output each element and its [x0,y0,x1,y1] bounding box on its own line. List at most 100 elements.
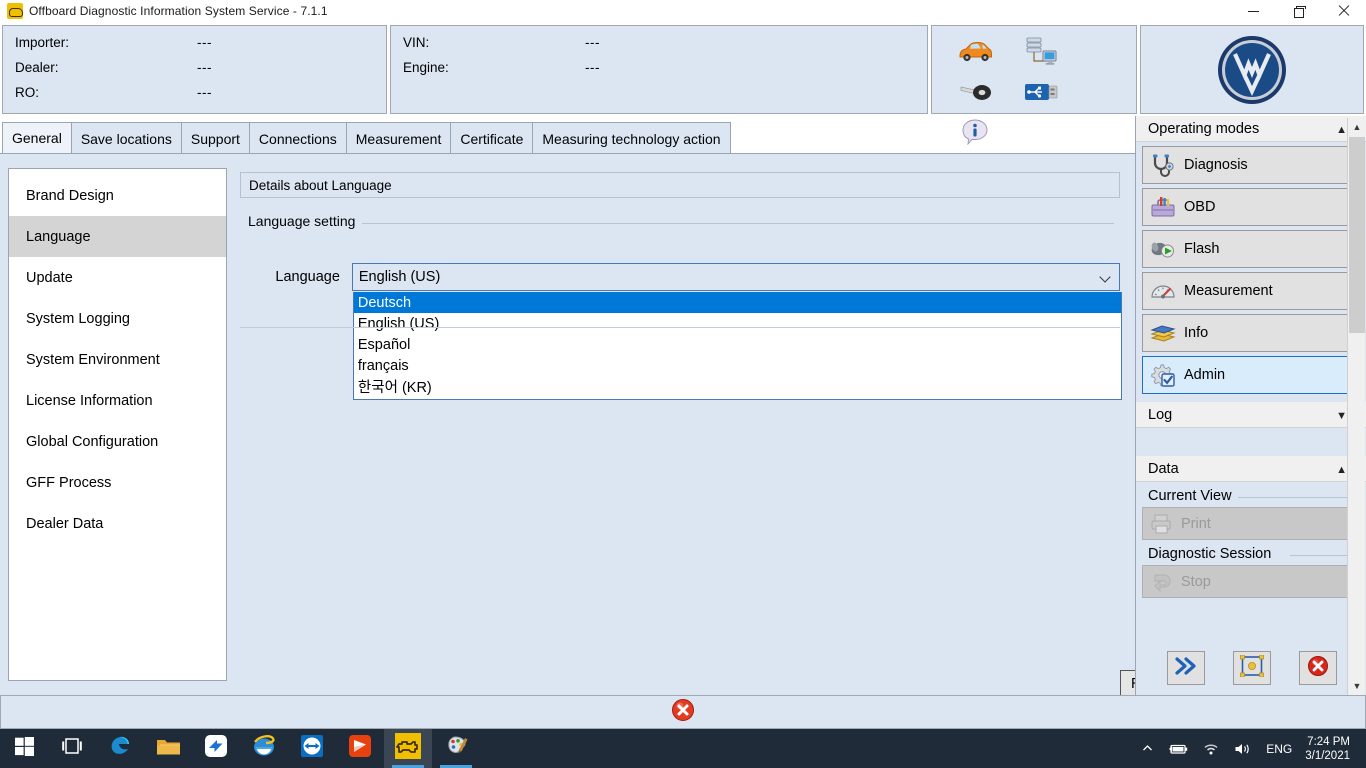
language-field-row: Language English (US) Deutsch English (U… [240,263,1120,291]
minimize-button[interactable] [1231,0,1276,22]
window-titlebar: Offboard Diagnostic Information System S… [0,0,1366,22]
group-label-text: Language setting [248,213,355,229]
windows-logo [15,737,34,761]
wifi-icon[interactable] [1196,729,1227,768]
tab-certificate[interactable]: Certificate [450,122,533,154]
detail-panel-title: Details about Language [240,172,1120,198]
taskbar-internet-explorer[interactable] [240,729,288,768]
language-setting-group-label: Language setting [240,213,1120,229]
taskbar-media[interactable] [336,729,384,768]
sidebar-item-global-configuration[interactable]: Global Configuration [9,421,226,462]
key-icon[interactable] [942,72,1008,112]
current-view-label-text: Current View [1148,488,1232,504]
tab-connections[interactable]: Connections [249,122,347,154]
tab-measurement[interactable]: Measurement [346,122,452,154]
language-indicator[interactable]: ENG [1259,729,1299,768]
sidebar-item-brand-design[interactable]: Brand Design [9,175,226,216]
resize-widget-button[interactable] [1233,651,1271,685]
sidebar-item-dealer-data[interactable]: Dealer Data [9,503,226,544]
clock[interactable]: 7:24 PM 3/1/2021 [1299,729,1362,768]
printer-icon [1151,514,1173,534]
group-divider [362,223,1114,224]
mode-button-info[interactable]: Info [1142,314,1360,352]
mode-button-flash[interactable]: Flash [1142,230,1360,268]
vin-label: VIN: [403,35,585,50]
next-arrows-button[interactable] [1167,651,1205,685]
mode-label-admin: Admin [1184,367,1225,383]
log-section-header[interactable]: Log ▼︷ [1136,402,1366,428]
usb-icon[interactable] [1008,72,1074,112]
maximize-button[interactable] [1276,0,1321,22]
tab-general[interactable]: General [2,122,72,154]
tab-support[interactable]: Support [181,122,250,154]
error-icon[interactable] [671,698,695,727]
cancel-button[interactable] [1299,651,1337,685]
sidebar-item-gff-process[interactable]: GFF Process [9,462,226,503]
taskbar-edge[interactable] [96,729,144,768]
log-section-body [1136,428,1366,456]
mode-label-obd: OBD [1184,199,1215,215]
dropdown-option-english-us[interactable]: English (US) [354,313,1121,334]
show-hidden-icons-button[interactable] [1135,729,1160,768]
tab-save-locations[interactable]: Save locations [71,122,182,154]
tab-measuring-technology-action[interactable]: Measuring technology action [532,122,730,154]
speaker-icon[interactable] [1227,729,1259,768]
ro-label: RO: [15,85,197,100]
main-content-area: Brand Design Language Update System Logg… [0,153,1135,695]
volkswagen-logo [1217,35,1287,105]
chevron-down-icon[interactable] [1101,273,1110,282]
stop-button: Stop [1142,565,1360,598]
panel-tool-buttons [1136,647,1366,689]
operating-modes-title: Operating modes [1148,121,1259,137]
language-dropdown-list: Deutsch English (US) Español français 한국… [353,292,1122,400]
right-panel-scrollbar[interactable]: ▲ ▼ [1347,118,1365,695]
ro-value: --- [197,85,212,100]
dropdown-option-deutsch[interactable]: Deutsch [354,292,1121,313]
windows-taskbar: ENG 7:24 PM 3/1/2021 [0,729,1366,768]
maximize-icon [1294,6,1304,16]
taskbar-store[interactable] [192,729,240,768]
sidebar-item-system-logging[interactable]: System Logging [9,298,226,339]
window-controls [1231,0,1366,22]
task-view-button[interactable] [48,729,96,768]
mode-button-diagnosis[interactable]: Diagnosis [1142,146,1360,184]
log-section-title: Log [1148,407,1172,423]
dropdown-option-francais[interactable]: français [354,355,1121,376]
mode-button-obd[interactable]: OBD [1142,188,1360,226]
sidebar-item-system-environment[interactable]: System Environment [9,339,226,380]
header-icon-toolbar [931,25,1137,114]
start-button[interactable] [0,729,48,768]
scrollbar-thumb[interactable] [1349,137,1365,333]
brand-logo-box [1140,25,1364,114]
mode-label-info: Info [1184,325,1208,341]
car-icon[interactable] [942,32,1008,72]
server-network-icon[interactable] [1008,32,1074,72]
taskbar-paint[interactable] [432,729,480,768]
sidebar-item-license-information[interactable]: License Information [9,380,226,421]
chevron-down-icon[interactable]: ▼ [1348,677,1366,695]
language-select-value: English (US) [359,269,440,285]
next-arrows-icon [1175,657,1197,680]
taskbar-odis[interactable] [384,729,432,768]
taskbar-teamviewer[interactable] [288,729,336,768]
mode-button-admin[interactable]: Admin [1142,356,1360,394]
books-icon [1150,321,1176,345]
dropdown-option-korean[interactable]: 한국어 (KR) [354,376,1121,397]
engine-icon [7,3,23,19]
language-select[interactable]: English (US) Deutsch English (US) Españo… [352,263,1120,291]
teamviewer-icon [300,734,324,763]
importer-value: --- [197,35,212,50]
sidebar-item-language[interactable]: Language [9,216,226,257]
taskbar-file-explorer[interactable] [144,729,192,768]
data-section-header[interactable]: Data ▲︷ [1136,456,1366,482]
operating-modes-header[interactable]: Operating modes ▲︷ [1136,116,1366,142]
close-button[interactable] [1321,0,1366,22]
chevron-up-icon[interactable]: ▲ [1348,118,1366,136]
dropdown-option-espanol[interactable]: Español [354,334,1121,355]
stop-icon [1151,572,1173,592]
flash-icon [1150,237,1176,261]
battery-icon[interactable] [1160,729,1196,768]
store-icon [204,734,228,763]
sidebar-item-update[interactable]: Update [9,257,226,298]
mode-button-measurement[interactable]: Measurement [1142,272,1360,310]
